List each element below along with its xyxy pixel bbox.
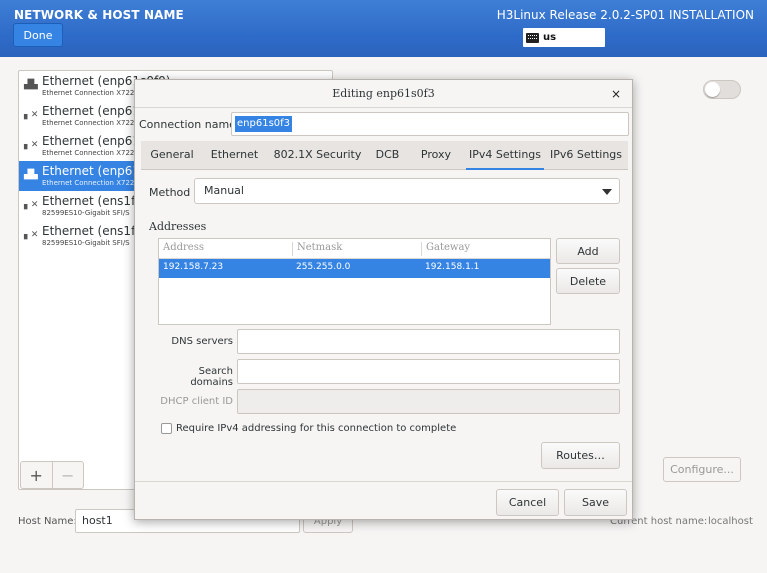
keyboard-layout-indicator[interactable]: us: [523, 28, 605, 47]
tab-ipv6-settings[interactable]: IPv6 Settings: [544, 141, 628, 170]
tab-ethernet[interactable]: Ethernet: [203, 141, 266, 170]
method-value: Manual: [204, 184, 244, 197]
connection-subtitle: 82599ES10-Gigabit SFI/S: [42, 239, 130, 247]
addresses-title: Addresses: [149, 220, 207, 233]
addresses-table: Address Netmask Gateway 192.158.7.23 255…: [158, 238, 551, 325]
column-header-address[interactable]: Address: [159, 242, 292, 256]
column-header-netmask[interactable]: Netmask: [292, 242, 421, 256]
column-header-gateway[interactable]: Gateway: [421, 242, 550, 256]
method-select[interactable]: Manual: [194, 178, 620, 204]
dialog-title: Editing enp61s0f3: [135, 80, 632, 108]
keyboard-icon: [526, 32, 539, 43]
delete-address-button[interactable]: Delete: [556, 268, 620, 294]
netmask-cell[interactable]: 255.255.0.0: [292, 262, 350, 272]
close-icon[interactable]: ×: [609, 87, 623, 101]
divider: [135, 481, 632, 482]
connection-name-label: Connection name: [139, 118, 236, 131]
connection-name-input[interactable]: enp61s0f3: [231, 112, 629, 136]
save-button[interactable]: Save: [564, 489, 627, 516]
require-ipv4-label[interactable]: Require IPv4 addressing for this connect…: [176, 423, 456, 434]
require-ipv4-checkbox[interactable]: [161, 423, 172, 434]
tab-dcb[interactable]: DCB: [369, 141, 406, 170]
dns-servers-input[interactable]: [237, 329, 620, 354]
configure-button[interactable]: Configure...: [663, 457, 741, 482]
table-header: Address Netmask Gateway: [159, 239, 550, 259]
dhcp-client-id-input[interactable]: [237, 389, 620, 414]
connection-subtitle: Ethernet Connection X722: [42, 179, 135, 187]
tab-ipv4-settings[interactable]: IPv4 Settings: [466, 141, 544, 170]
gateway-cell[interactable]: 192.158.1.1: [421, 262, 479, 272]
installer-header: NETWORK & HOST NAME Done H3Linux Release…: [0, 0, 767, 57]
search-domains-input[interactable]: [237, 359, 620, 384]
current-hostname-value: localhost: [708, 516, 753, 527]
dhcp-client-id-label: DHCP client ID: [160, 396, 233, 407]
wired-network-icon: ▟▙: [24, 170, 38, 180]
connection-subtitle: Ethernet Connection X722: [42, 119, 135, 127]
dropdown-arrow-icon: [602, 189, 612, 195]
tab-8021x-security[interactable]: 802.1X Security: [266, 141, 369, 170]
connection-toggle[interactable]: [703, 80, 741, 99]
add-connection-button[interactable]: +: [21, 462, 52, 488]
search-domains-label: Search domains: [190, 366, 233, 388]
routes-button[interactable]: Routes…: [541, 442, 620, 469]
table-row[interactable]: 192.158.7.23 255.255.0.0 192.158.1.1: [159, 259, 550, 278]
tab-proxy[interactable]: Proxy: [406, 141, 466, 170]
wired-disconnected-icon: ▖✕: [24, 140, 39, 150]
remove-connection-button[interactable]: −: [51, 462, 84, 488]
address-cell[interactable]: 192.158.7.23: [159, 262, 223, 272]
edit-connection-dialog: Editing enp61s0f3 × Connection name enp6…: [134, 79, 633, 520]
list-controls: + −: [20, 461, 84, 489]
keyboard-layout-label: us: [543, 32, 557, 43]
wired-disconnected-icon: ▖✕: [24, 200, 39, 210]
connection-name: Ethernet (ens1f1,: [42, 224, 147, 238]
add-address-button[interactable]: Add: [556, 238, 620, 264]
connection-subtitle: 82599ES10-Gigabit SFI/S: [42, 209, 130, 217]
release-title: H3Linux Release 2.0.2-SP01 INSTALLATION: [496, 8, 754, 22]
wired-network-icon: ▟▙: [24, 80, 38, 90]
page-title: NETWORK & HOST NAME: [14, 8, 184, 22]
done-button[interactable]: Done: [13, 23, 63, 47]
tab-general[interactable]: General: [141, 141, 203, 170]
connection-subtitle: Ethernet Connection X722: [42, 89, 135, 97]
connection-name-value: enp61s0f3: [235, 116, 293, 132]
wired-disconnected-icon: ▖✕: [24, 110, 39, 120]
settings-tabs: General Ethernet 802.1X Security DCB Pro…: [141, 141, 628, 170]
wired-disconnected-icon: ▖✕: [24, 230, 39, 240]
dns-servers-label: DNS servers: [171, 336, 233, 347]
hostname-label: Host Name:: [18, 516, 77, 527]
connection-name: Ethernet (ens1f0,: [42, 194, 147, 208]
cancel-button[interactable]: Cancel: [496, 489, 559, 516]
method-label: Method: [149, 186, 191, 199]
connection-subtitle: Ethernet Connection X722: [42, 149, 135, 157]
